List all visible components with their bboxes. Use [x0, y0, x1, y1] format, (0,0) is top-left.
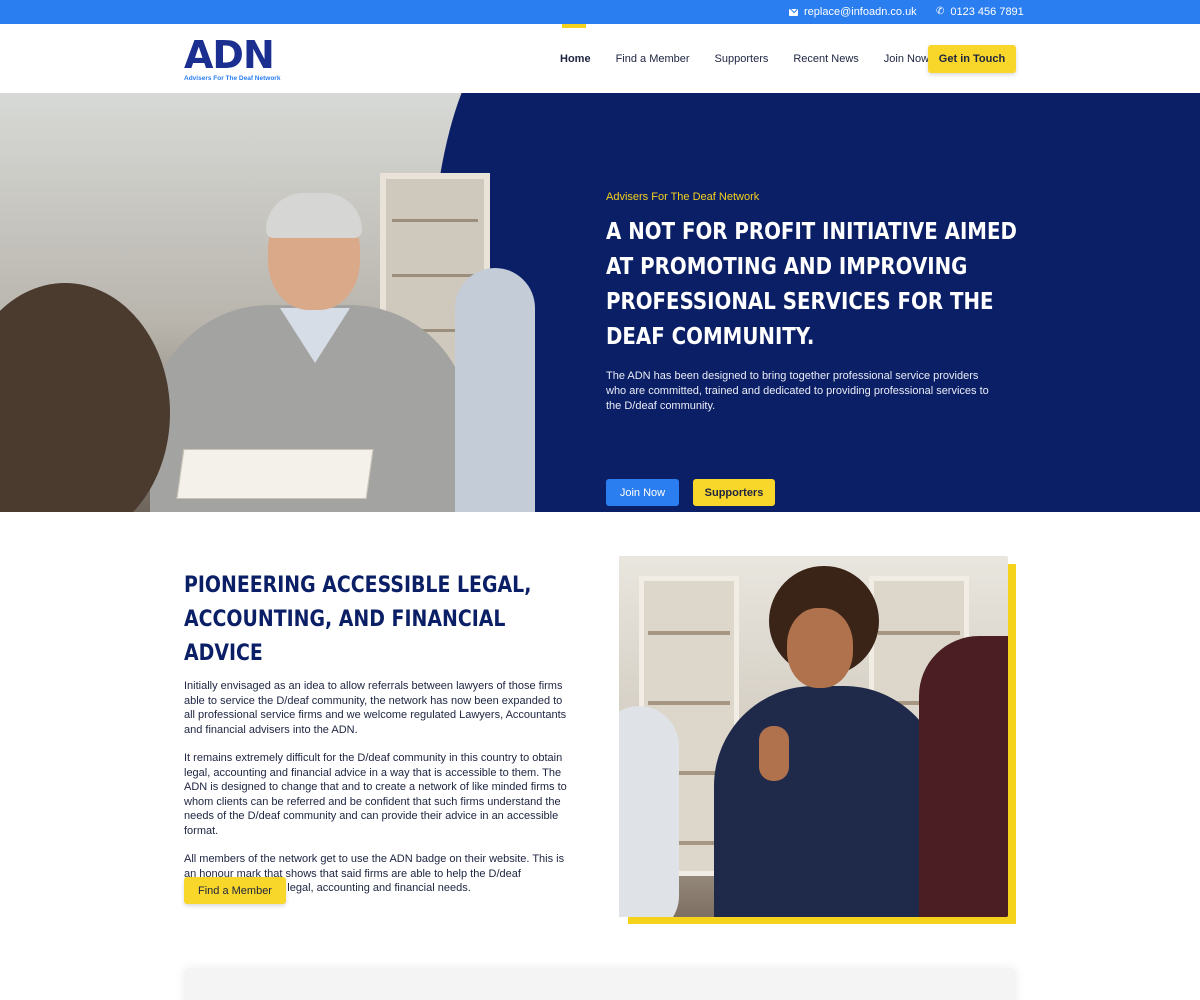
about-content: Pioneering accessible legal, accounting,… [184, 569, 574, 896]
join-now-button[interactable]: Join Now [606, 479, 679, 506]
phone-contact[interactable]: ✆ 0123 456 7891 [936, 6, 1024, 18]
logo-tagline: Advisers For The Deaf Network [184, 75, 281, 82]
get-in-touch-button[interactable]: Get in Touch [928, 45, 1016, 73]
person-foreground-left [619, 706, 679, 917]
hero-content: Advisers For The Deaf Network A not for … [606, 191, 1026, 506]
top-contact-bar: replace@infoadn.co.uk ✆ 0123 456 7891 [0, 0, 1200, 24]
email-text[interactable]: replace@infoadn.co.uk [804, 6, 917, 18]
phone-icon: ✆ [936, 6, 945, 17]
hero-buttons: Join Now Supporters [606, 479, 775, 506]
nav-find-member[interactable]: Find a Member [616, 24, 690, 93]
nav-recent-news[interactable]: Recent News [793, 24, 858, 93]
about-photo [619, 556, 1008, 917]
site-logo[interactable]: ADN Advisers For The Deaf Network [184, 36, 288, 84]
supporters-button[interactable]: Supporters [693, 479, 775, 506]
person-foreground-right [919, 636, 1008, 917]
next-section-card [184, 968, 1016, 1000]
hero-section: Advisers For The Deaf Network A not for … [0, 93, 1200, 512]
site-header: ADN Advisers For The Deaf Network Home F… [0, 24, 1200, 93]
about-paragraph: Initially envisaged as an idea to allow … [184, 680, 567, 736]
email-contact[interactable]: replace@infoadn.co.uk [789, 6, 917, 18]
nav-join-now[interactable]: Join Now [884, 24, 929, 93]
woman-figure [714, 686, 944, 917]
find-a-member-button[interactable]: Find a Member [184, 877, 286, 904]
hero-description: The ADN has been designed to bring toget… [606, 370, 989, 412]
about-paragraph: It remains extremely difficult for the D… [184, 752, 567, 837]
hero-title: A not for profit initiative aimed at pro… [606, 219, 1017, 350]
open-book [176, 449, 374, 499]
about-title: Pioneering accessible legal, accounting,… [184, 573, 532, 666]
logo-letters: ADN [184, 33, 275, 77]
hero-photo [0, 93, 600, 512]
person-foreground-right [455, 268, 535, 512]
woman-face [787, 608, 853, 688]
phone-text[interactable]: 0123 456 7891 [950, 6, 1023, 18]
nav-supporters[interactable]: Supporters [715, 24, 769, 93]
person-foreground-left [0, 283, 170, 512]
main-nav: Home Find a Member Supporters Recent New… [560, 24, 954, 93]
envelope-icon [789, 8, 798, 16]
signing-hand [759, 726, 789, 781]
hero-eyebrow: Advisers For The Deaf Network [606, 191, 760, 203]
nav-home[interactable]: Home [560, 24, 591, 93]
